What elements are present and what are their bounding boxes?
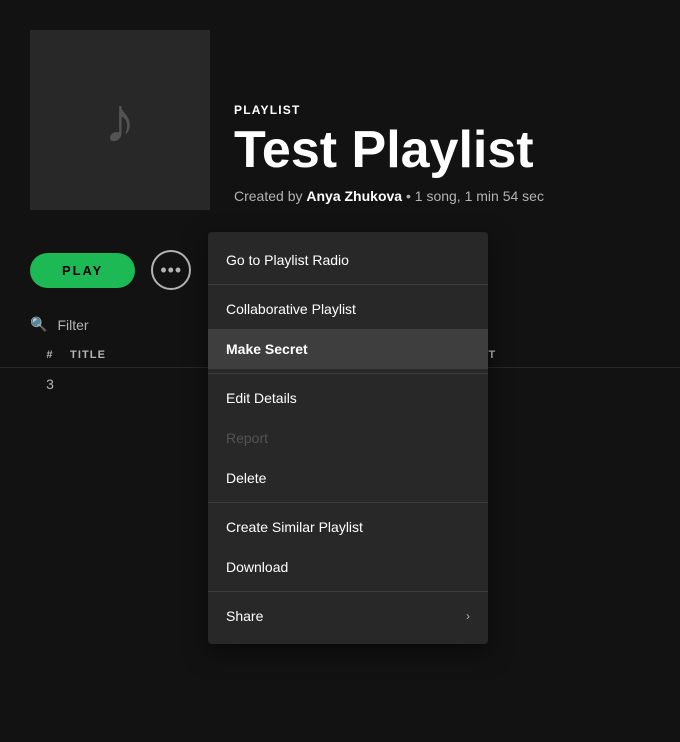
menu-item-edit-details[interactable]: Edit Details — [208, 378, 488, 418]
menu-item-download[interactable]: Download — [208, 547, 488, 587]
playlist-info: PLAYLIST Test Playlist Created by Anya Z… — [234, 103, 544, 210]
menu-section-4: Create Similar Playlist Download — [208, 503, 488, 592]
menu-item-collaborative[interactable]: Collaborative Playlist — [208, 289, 488, 329]
playlist-type-label: PLAYLIST — [234, 103, 544, 117]
menu-item-edit-details-label: Edit Details — [226, 390, 297, 406]
menu-item-collaborative-label: Collaborative Playlist — [226, 301, 356, 317]
share-chevron-icon: › — [466, 609, 470, 623]
album-art: ♪ — [30, 30, 210, 210]
menu-section-2: Collaborative Playlist Make Secret — [208, 285, 488, 374]
playlist-meta: Created by Anya Zhukova • 1 song, 1 min … — [234, 188, 544, 204]
menu-item-report: Report — [208, 418, 488, 458]
col-num-header: # — [30, 349, 70, 361]
created-by-label: Created by — [234, 188, 302, 204]
menu-item-create-similar[interactable]: Create Similar Playlist — [208, 507, 488, 547]
context-menu: Go to Playlist Radio Collaborative Playl… — [208, 232, 488, 644]
more-dots-icon: ••• — [160, 260, 182, 281]
playlist-header: ♪ PLAYLIST Test Playlist Created by Anya… — [0, 0, 680, 234]
more-options-button[interactable]: ••• — [151, 250, 191, 290]
meta-details: 1 song, 1 min 54 sec — [415, 188, 544, 204]
menu-item-report-label: Report — [226, 430, 268, 446]
menu-section-3: Edit Details Report Delete — [208, 374, 488, 503]
track-number: 3 — [30, 376, 70, 392]
creator-name: Anya Zhukova — [306, 188, 402, 204]
music-note-icon: ♪ — [104, 88, 136, 152]
menu-item-download-label: Download — [226, 559, 288, 575]
menu-section-1: Go to Playlist Radio — [208, 236, 488, 285]
meta-separator: • — [406, 188, 415, 204]
playlist-title: Test Playlist — [234, 123, 544, 178]
play-button[interactable]: PLAY — [30, 253, 135, 288]
menu-section-5: Share › — [208, 592, 488, 640]
menu-item-goto-radio-label: Go to Playlist Radio — [226, 252, 349, 268]
search-icon: 🔍 — [30, 316, 47, 333]
menu-item-goto-radio[interactable]: Go to Playlist Radio — [208, 240, 488, 280]
menu-item-share[interactable]: Share › — [208, 596, 488, 636]
menu-item-delete-label: Delete — [226, 470, 266, 486]
menu-item-make-secret-label: Make Secret — [226, 341, 308, 357]
menu-item-share-label: Share — [226, 608, 263, 624]
filter-placeholder: Filter — [57, 317, 88, 333]
menu-item-delete[interactable]: Delete — [208, 458, 488, 498]
menu-item-make-secret[interactable]: Make Secret — [208, 329, 488, 369]
menu-item-create-similar-label: Create Similar Playlist — [226, 519, 363, 535]
